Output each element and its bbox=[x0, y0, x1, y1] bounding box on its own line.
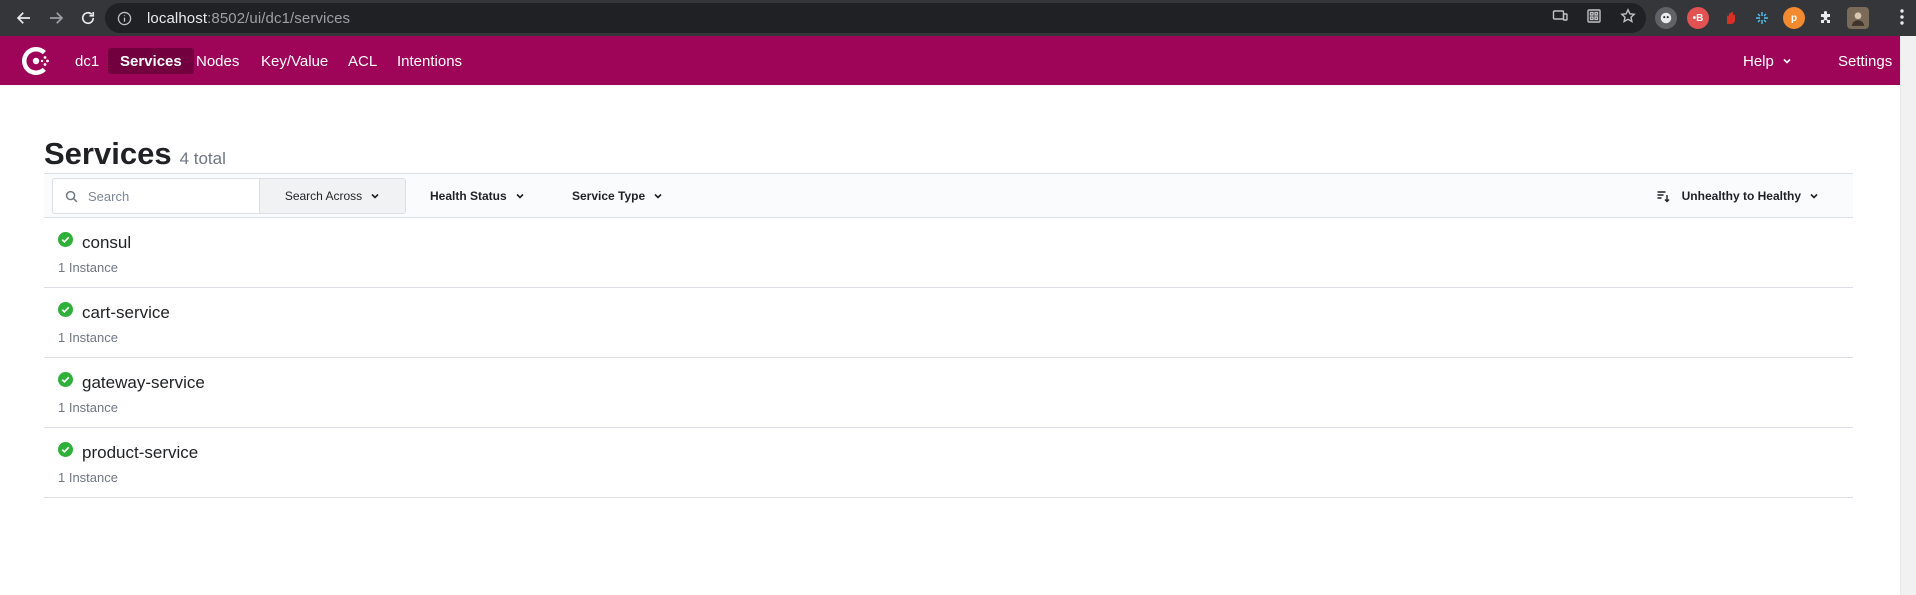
instance-count: 1 Instance bbox=[58, 260, 118, 275]
sparkle-extension-icon[interactable] bbox=[1751, 7, 1773, 29]
instance-count: 1 Instance bbox=[58, 330, 118, 345]
consul-logo-icon[interactable] bbox=[19, 44, 53, 78]
browser-menu-icon[interactable] bbox=[1900, 8, 1904, 31]
forward-arrow-icon[interactable] bbox=[40, 2, 72, 34]
extensions-area: •B p bbox=[1655, 4, 1869, 32]
instance-count: 1 Instance bbox=[58, 400, 118, 415]
nav-intentions[interactable]: Intentions bbox=[385, 48, 474, 74]
service-row[interactable]: gateway-service 1 Instance bbox=[44, 358, 1853, 428]
help-menu[interactable]: Help bbox=[1731, 48, 1804, 74]
nav-key-value[interactable]: Key/Value bbox=[249, 48, 340, 74]
sort-dropdown[interactable]: Unhealthy to Healthy bbox=[1656, 178, 1819, 214]
check-circle-icon bbox=[58, 302, 73, 317]
puzzle-extensions-icon[interactable] bbox=[1815, 7, 1837, 29]
service-count: 4 total bbox=[179, 149, 226, 168]
chevron-down-icon bbox=[1783, 58, 1791, 64]
search-icon bbox=[65, 190, 78, 202]
info-icon[interactable] bbox=[115, 9, 133, 27]
nav-services[interactable]: Services bbox=[108, 48, 194, 74]
url-text[interactable]: localhost:8502/ui/dc1/services bbox=[147, 10, 350, 27]
cast-icon[interactable] bbox=[1552, 8, 1568, 29]
service-row[interactable]: product-service 1 Instance bbox=[44, 428, 1853, 498]
nav-acl[interactable]: ACL bbox=[336, 48, 389, 74]
health-status-filter[interactable]: Health Status bbox=[430, 178, 525, 214]
check-circle-icon bbox=[58, 232, 73, 247]
service-name[interactable]: gateway-service bbox=[82, 373, 205, 393]
service-type-filter[interactable]: Service Type bbox=[572, 178, 663, 214]
filter-toolbar: Search Across Health Status Service Type… bbox=[44, 173, 1853, 218]
service-row[interactable]: cart-service 1 Instance bbox=[44, 288, 1853, 358]
check-circle-icon bbox=[58, 442, 73, 457]
qr-code-icon[interactable] bbox=[1586, 8, 1602, 29]
service-name[interactable]: product-service bbox=[82, 443, 198, 463]
reload-icon[interactable] bbox=[72, 2, 104, 34]
search-field[interactable] bbox=[52, 178, 260, 214]
page-heading: Services bbox=[44, 136, 172, 171]
page-title: Services 4 total bbox=[44, 136, 226, 172]
back-arrow-icon[interactable] bbox=[8, 2, 40, 34]
search-input[interactable] bbox=[88, 188, 248, 204]
chevron-down-icon bbox=[654, 193, 662, 199]
browser-toolbar: localhost:8502/ui/dc1/services •B p bbox=[0, 0, 1916, 36]
toggl-extension-icon[interactable]: •B bbox=[1687, 7, 1709, 29]
service-name[interactable]: cart-service bbox=[82, 303, 170, 323]
address-bar[interactable]: localhost:8502/ui/dc1/services bbox=[105, 3, 1646, 33]
settings-link[interactable]: Settings bbox=[1826, 48, 1904, 74]
instance-count: 1 Instance bbox=[58, 470, 118, 485]
page-scrollbar[interactable] bbox=[1900, 36, 1916, 595]
check-circle-icon bbox=[58, 372, 73, 387]
consul-header: dc1 Services Nodes Key/Value ACL Intenti… bbox=[0, 36, 1900, 85]
ghost-extension-icon[interactable] bbox=[1655, 7, 1677, 29]
nav-nodes[interactable]: Nodes bbox=[184, 48, 251, 74]
service-name[interactable]: consul bbox=[82, 233, 131, 253]
sort-icon bbox=[1657, 191, 1670, 203]
chevron-down-icon bbox=[1810, 193, 1818, 199]
search-across-dropdown[interactable]: Search Across bbox=[260, 178, 406, 214]
service-row[interactable]: consul 1 Instance bbox=[44, 218, 1853, 288]
chevron-down-icon bbox=[516, 193, 524, 199]
p-extension-icon[interactable]: p bbox=[1783, 7, 1805, 29]
datacenter-selector[interactable]: dc1 bbox=[63, 48, 111, 74]
services-list: consul 1 Instance cart-service 1 Instanc… bbox=[44, 218, 1853, 498]
hand-extension-icon[interactable] bbox=[1719, 7, 1741, 29]
profile-avatar[interactable] bbox=[1847, 7, 1869, 29]
bookmark-star-icon[interactable] bbox=[1620, 7, 1636, 29]
chevron-down-icon bbox=[371, 193, 379, 199]
